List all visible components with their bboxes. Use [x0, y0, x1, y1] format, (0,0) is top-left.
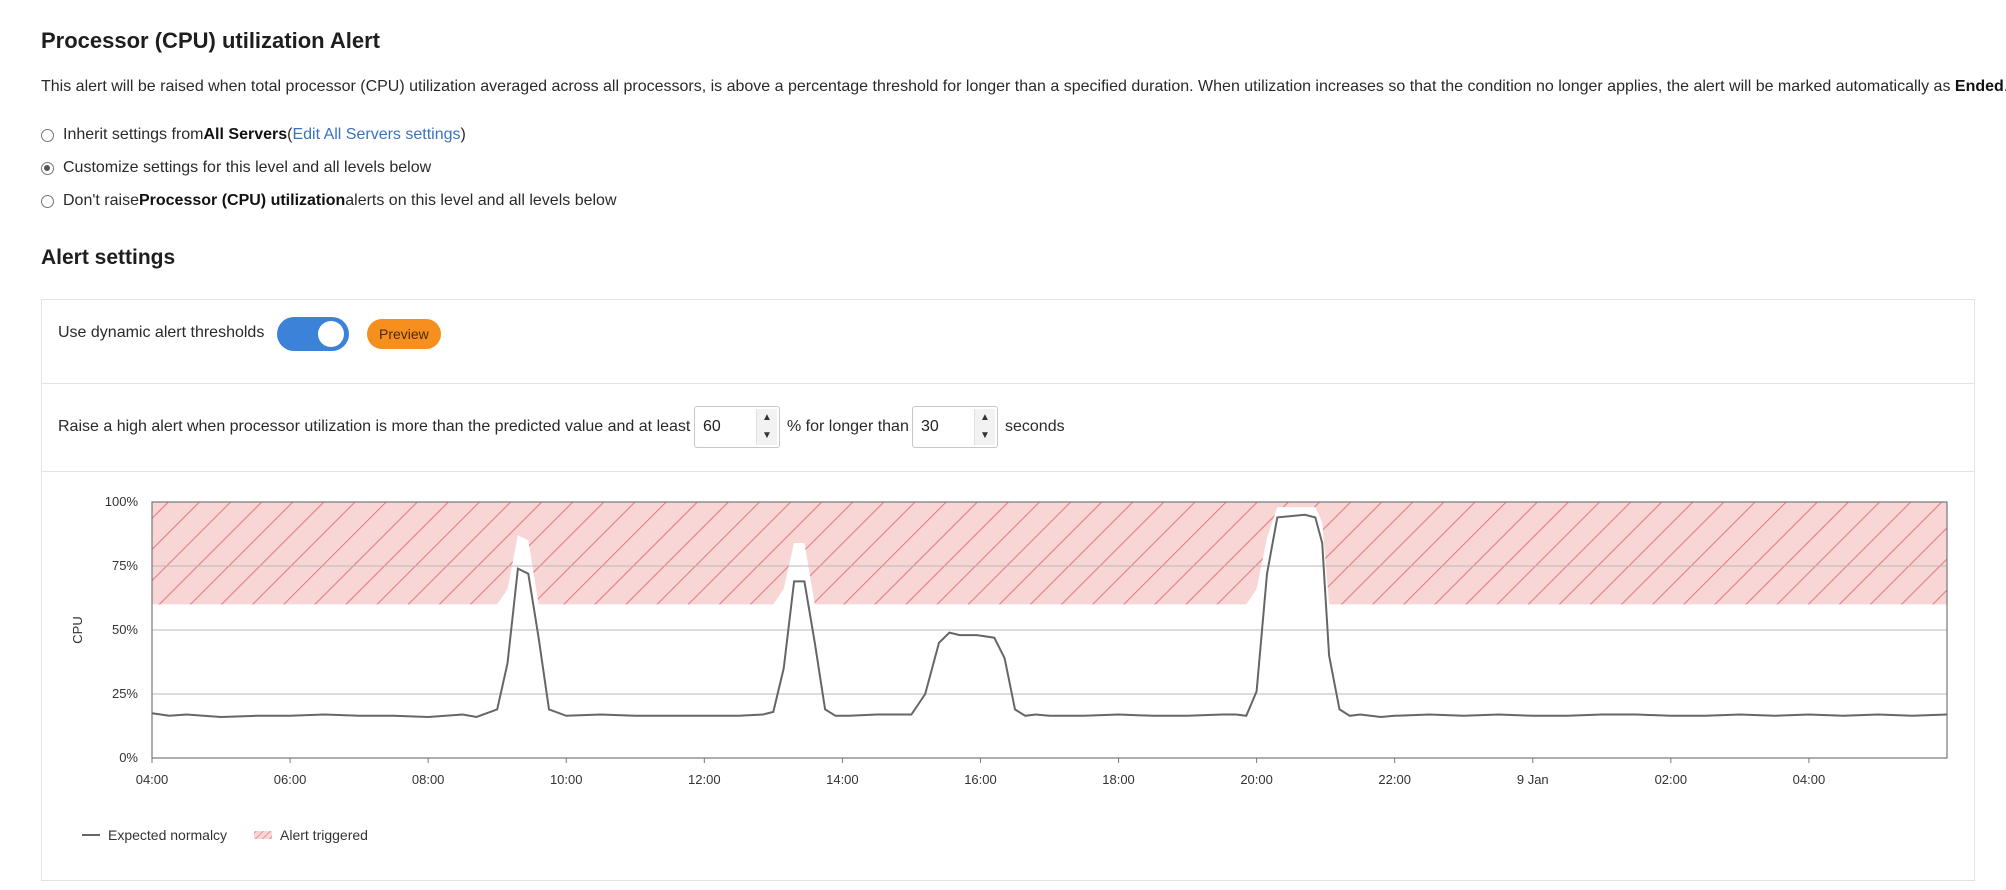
cpu-chart: 0% 25% 50% 75% 100% CPU 04:00 06:00 08:00 10:00 12…: [70, 494, 1948, 843]
toggle-knob: [318, 321, 344, 347]
edit-all-servers-link[interactable]: Edit All Servers settings: [292, 126, 460, 144]
rule-text-middle: % for longer than: [787, 418, 909, 435]
x-tick-label: 10:00: [550, 772, 583, 787]
legend-label-alert: Alert triggered: [280, 827, 368, 843]
y-tick-label: 100%: [105, 494, 139, 509]
preview-button[interactable]: Preview: [367, 319, 441, 349]
alert-triggered-area: [152, 502, 1947, 605]
page-title: Processor (CPU) utilization Alert: [41, 28, 381, 53]
x-tick-label: 20:00: [1240, 772, 1273, 787]
y-tick-label: 25%: [112, 686, 138, 701]
dynamic-threshold-row: Use dynamic alert thresholds Preview: [42, 300, 1974, 384]
duration-input[interactable]: [919, 417, 973, 437]
x-tick-label: 04:00: [136, 772, 169, 787]
x-tick-label: 08:00: [412, 772, 445, 787]
inherit-radio[interactable]: [41, 128, 54, 142]
threshold-rule-row: Raise a high alert when processor utiliz…: [42, 384, 1974, 472]
x-tick-label: 14:00: [826, 772, 859, 787]
customize-radio[interactable]: [41, 161, 54, 175]
dont-raise-pre: Don't raise: [63, 192, 139, 209]
x-tick-label: 06:00: [274, 772, 307, 787]
duration-up-arrow-icon[interactable]: ▲: [975, 409, 995, 427]
rule-text-lead: Raise a high alert when processor utiliz…: [58, 418, 691, 435]
alert-settings-panel: Use dynamic alert thresholds Preview Rai…: [41, 299, 1975, 881]
x-tick-label: 04:00: [1793, 772, 1826, 787]
y-tick-label: 50%: [112, 622, 138, 637]
y-axis-label: CPU: [70, 616, 85, 643]
duration-stepper[interactable]: ▲ ▼: [912, 406, 998, 448]
x-tick-label: 12:00: [688, 772, 721, 787]
dynamic-threshold-toggle[interactable]: [277, 317, 349, 351]
legend-hatch-swatch: [254, 831, 272, 839]
alert-settings-title: Alert settings: [41, 246, 176, 269]
description-ended: Ended: [1954, 78, 2004, 95]
percent-stepper[interactable]: ▲ ▼: [694, 406, 780, 448]
alert-config-page: Processor (CPU) utilization Alert This a…: [0, 0, 2006, 890]
x-tick-label: 02:00: [1655, 772, 1688, 787]
percent-stepper-arrows: ▲ ▼: [756, 409, 777, 445]
y-tick-label: 0%: [119, 750, 138, 765]
option-dont-raise[interactable]: Don't raise Processor (CPU) utilization …: [41, 192, 617, 210]
percent-down-arrow-icon[interactable]: ▼: [757, 427, 777, 445]
duration-down-arrow-icon[interactable]: ▼: [975, 427, 995, 445]
x-tick-label: 16:00: [964, 772, 997, 787]
y-tick-label: 75%: [112, 558, 138, 573]
option-customize[interactable]: Customize settings for this level and al…: [41, 159, 431, 177]
inherit-label-pre: Inherit settings from: [63, 126, 204, 143]
x-tick-label: 18:00: [1102, 772, 1135, 787]
dont-raise-radio[interactable]: [41, 194, 54, 208]
description-text: This alert will be raised when total pro…: [41, 78, 1955, 95]
legend-label-expected: Expected normalcy: [108, 827, 227, 843]
dont-raise-post: alerts on this level and all levels belo…: [345, 192, 617, 209]
percent-input[interactable]: [701, 417, 755, 437]
percent-up-arrow-icon[interactable]: ▲: [757, 409, 777, 427]
option-inherit[interactable]: Inherit settings from All Servers (Edit …: [41, 126, 466, 144]
inherit-label-bold: All Servers: [203, 126, 288, 143]
alert-description: This alert will be raised when total pro…: [41, 78, 2006, 96]
x-tick-label: 9 Jan: [1517, 772, 1549, 787]
duration-stepper-arrows: ▲ ▼: [974, 409, 995, 445]
x-tick-label: 22:00: [1378, 772, 1411, 787]
dont-raise-bold: Processor (CPU) utilization: [138, 192, 346, 209]
inherit-paren-close: ): [460, 126, 466, 143]
dynamic-threshold-label: Use dynamic alert thresholds: [58, 324, 265, 341]
rule-text-tail: seconds: [1005, 418, 1065, 435]
customize-label: Customize settings for this level and al…: [63, 159, 432, 176]
cpu-chart-container: 0% 25% 50% 75% 100% CPU 04:00 06:00 08:00 10:00 12…: [42, 472, 1974, 880]
